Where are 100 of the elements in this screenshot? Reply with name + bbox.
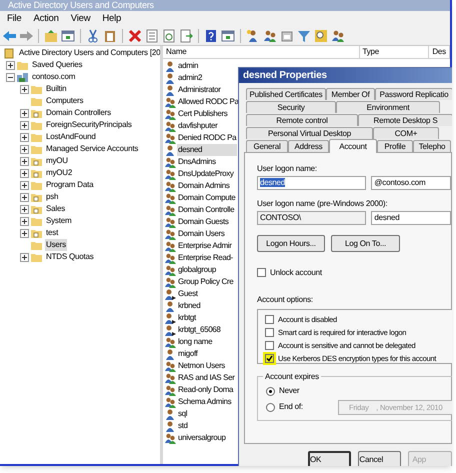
tree-item[interactable]: test <box>45 227 60 239</box>
tree-item[interactable]: contoso.com <box>31 71 76 83</box>
list-item[interactable]: DnsUpdateProxy <box>177 168 235 180</box>
tab[interactable]: Telepho <box>413 140 451 152</box>
tab[interactable]: Account <box>329 139 377 153</box>
list-item[interactable]: Group Policy Cre <box>177 276 234 288</box>
tab[interactable]: Profile <box>377 140 413 152</box>
tree-item[interactable]: Sales <box>45 203 66 215</box>
tab[interactable]: Environment <box>336 101 440 113</box>
list-item[interactable]: RAS and IAS Ser <box>177 372 236 384</box>
tree-item[interactable]: NTDS Quotas <box>45 251 95 263</box>
delete-icon[interactable] <box>128 29 142 43</box>
checkbox[interactable] <box>265 354 274 363</box>
tree-item[interactable]: psh <box>45 191 60 203</box>
list-item[interactable]: Enterprise Admir <box>177 240 233 252</box>
list-item[interactable]: krbned <box>177 300 202 312</box>
list-item[interactable]: davfishputer <box>177 120 218 132</box>
new-group-icon[interactable] <box>263 29 277 43</box>
properties-sheet-icon[interactable] <box>145 29 159 43</box>
menu-item[interactable]: File <box>6 12 23 26</box>
expand-toggle-icon[interactable] <box>20 120 29 130</box>
checkbox[interactable] <box>265 341 274 350</box>
list-item[interactable]: Enterprise Read- <box>177 252 234 264</box>
tree-item[interactable]: myOU <box>45 155 69 167</box>
list-item[interactable]: DnsAdmins <box>177 156 217 168</box>
list-item[interactable]: krbtgt_65068 <box>177 324 222 336</box>
tab[interactable]: Password Replicatio <box>375 88 452 100</box>
tree-item[interactable]: myOU2 <box>45 167 74 179</box>
tab[interactable]: Member Of <box>326 88 375 100</box>
list-item[interactable]: Domain Guests <box>177 216 230 228</box>
dialog-button[interactable]: Log On To... <box>331 235 400 252</box>
tree-item[interactable]: System <box>45 215 72 227</box>
console-window-icon[interactable] <box>61 29 75 43</box>
expand-toggle-icon[interactable] <box>20 84 29 94</box>
tree-item[interactable]: Saved Queries <box>31 59 84 71</box>
expand-toggle-icon[interactable] <box>20 180 29 190</box>
tab[interactable]: Remote Desktop S <box>358 114 452 126</box>
refresh-icon[interactable] <box>162 29 176 43</box>
dialog-button[interactable]: Cancel <box>358 451 402 466</box>
list-item[interactable]: Domain Users <box>177 228 226 240</box>
tab[interactable]: General <box>246 140 288 152</box>
expand-toggle-icon[interactable] <box>20 192 29 202</box>
tab[interactable]: Address <box>288 140 329 152</box>
domain-dropdown[interactable]: @contoso.com <box>371 176 451 190</box>
help-book-icon[interactable] <box>204 29 218 43</box>
tab[interactable]: Security <box>246 101 336 113</box>
expand-toggle-icon[interactable] <box>20 156 29 166</box>
list-item[interactable]: universalgroup <box>177 432 227 444</box>
tree-item[interactable]: ForeignSecurityPrincipals <box>45 119 133 131</box>
collapse-toggle-icon[interactable] <box>6 72 15 82</box>
list-item[interactable]: globalgroup <box>177 264 217 276</box>
menu-item[interactable]: View <box>70 12 92 26</box>
column-header[interactable]: Type <box>360 46 430 58</box>
list-item[interactable]: krbtgt <box>177 312 197 324</box>
checkbox[interactable] <box>265 328 274 337</box>
tree-item[interactable]: Computers <box>45 95 84 107</box>
expand-toggle-icon[interactable] <box>6 60 15 70</box>
dialog-button[interactable]: OK <box>308 451 352 466</box>
list-item[interactable]: Domain Compute <box>177 192 236 204</box>
column-header[interactable]: Des <box>429 46 450 58</box>
folder-up-icon[interactable] <box>44 29 58 43</box>
list-item[interactable]: Domain Admins <box>177 180 230 192</box>
expand-toggle-icon[interactable] <box>20 228 29 238</box>
column-header[interactable]: Name <box>163 46 360 58</box>
export-list-icon[interactable] <box>179 29 193 43</box>
list-item[interactable]: migoff <box>177 348 199 360</box>
expand-toggle-icon[interactable] <box>20 132 29 142</box>
scissors-icon[interactable] <box>86 29 100 43</box>
clipboard-icon[interactable] <box>103 29 117 43</box>
new-user-icon[interactable] <box>246 29 260 43</box>
input-field[interactable]: desned <box>371 211 451 225</box>
checkbox[interactable] <box>265 315 274 324</box>
list-item[interactable]: std <box>177 420 189 432</box>
list-item[interactable]: Schema Admins <box>177 396 232 408</box>
list-item[interactable]: Domain Controlle <box>177 204 236 216</box>
list-item[interactable]: admin2 <box>177 72 204 84</box>
list-item[interactable]: Cert Publishers <box>177 108 228 120</box>
list-item[interactable]: Netmon Users <box>177 360 226 372</box>
back-arrow-icon[interactable] <box>2 29 16 43</box>
tree-item[interactable]: LostAndFound <box>45 131 97 143</box>
tab[interactable]: Published Certificates <box>246 88 326 100</box>
tree-item[interactable]: Users <box>45 239 67 251</box>
tab[interactable]: Remote control <box>246 114 358 126</box>
list-item[interactable]: Administrator <box>177 84 222 96</box>
filter-icon[interactable] <box>297 29 311 43</box>
menu-item[interactable]: Help <box>101 12 122 26</box>
list-item[interactable]: admin <box>177 60 200 72</box>
console-window-icon[interactable] <box>221 29 235 43</box>
tree-item[interactable]: Active Directory Users and Computers [20 <box>18 47 160 59</box>
list-item[interactable]: sql <box>177 408 188 420</box>
expand-toggle-icon[interactable] <box>20 144 29 154</box>
tree-item[interactable]: Program Data <box>45 179 94 191</box>
radio-button[interactable] <box>266 402 275 412</box>
dialog-button[interactable]: Logon Hours... <box>257 235 325 252</box>
menu-item[interactable]: Action <box>32 12 60 26</box>
radio-button[interactable] <box>266 386 275 396</box>
tab[interactable]: Personal Virtual Desktop <box>246 127 373 139</box>
input-field[interactable]: desned <box>257 176 366 190</box>
list-item[interactable]: Denied RODC Pa <box>177 132 238 144</box>
tab[interactable]: COM+ <box>373 127 439 139</box>
